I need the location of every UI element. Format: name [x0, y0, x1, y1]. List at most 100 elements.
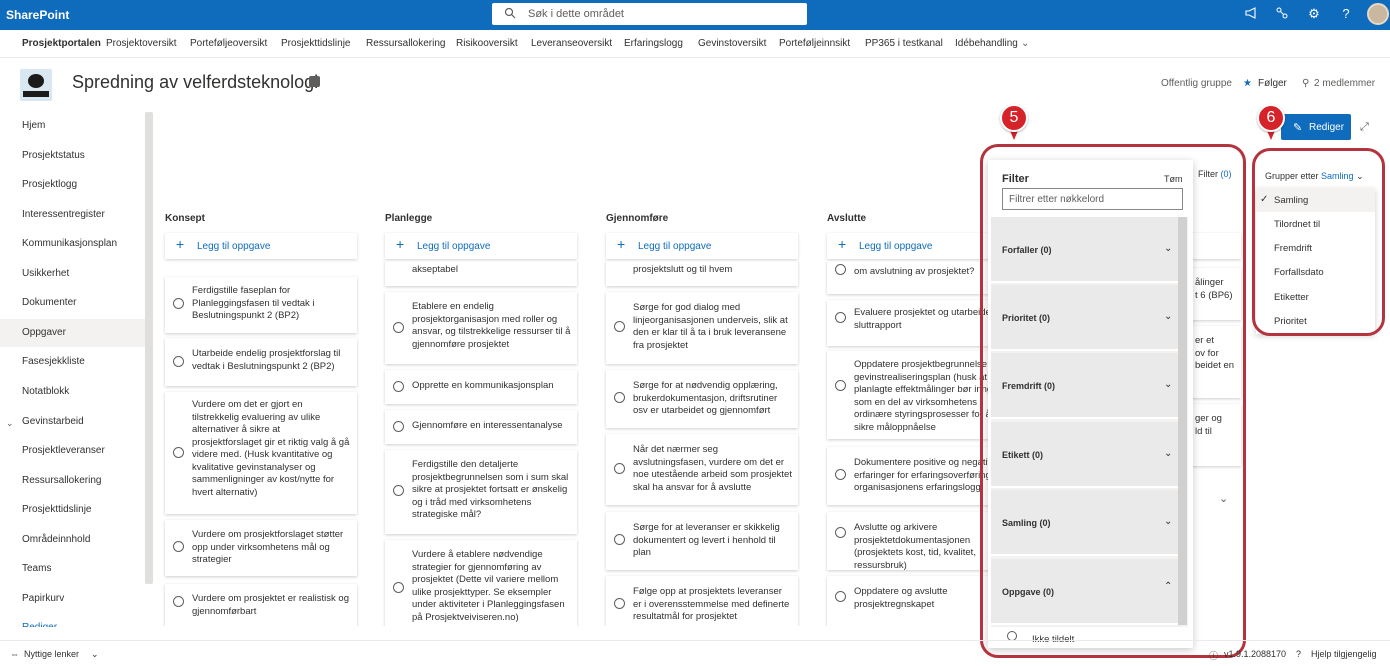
complete-circle-icon[interactable]: [173, 596, 184, 607]
complete-circle-icon[interactable]: [393, 381, 404, 392]
follow-button[interactable]: Følger: [1258, 78, 1287, 89]
hubnav-item[interactable]: Leveranseoversikt: [531, 38, 612, 49]
complete-circle-icon[interactable]: [173, 356, 184, 367]
add-task-button[interactable]: + Legg til oppgave: [165, 233, 357, 259]
star-icon[interactable]: ★: [1243, 78, 1252, 89]
complete-circle-icon[interactable]: [393, 582, 404, 593]
leftnav-item[interactable]: Dokumenter: [0, 289, 145, 317]
complete-circle-icon[interactable]: [614, 598, 625, 609]
task-card[interactable]: Når det nærmer seg avslutningsfasen, vur…: [606, 434, 798, 505]
complete-circle-icon[interactable]: [393, 485, 404, 496]
add-task-label: Legg til oppgave: [417, 241, 491, 252]
task-card[interactable]: Vurdere å etablere nødvendige strategier…: [385, 540, 577, 626]
accessibility-help-link[interactable]: Hjelp tilgjengelig: [1311, 649, 1377, 659]
add-task-label: Legg til oppgave: [859, 241, 933, 252]
hubnav-item[interactable]: Ressursallokering: [366, 38, 445, 49]
task-card[interactable]: Gjennomføre en interessentanalyse: [385, 410, 577, 444]
complete-circle-icon[interactable]: [173, 447, 184, 458]
column-title: Konsept: [165, 213, 205, 224]
connections-icon[interactable]: [1274, 6, 1290, 22]
leftnav-item[interactable]: Notatblokk: [0, 378, 145, 406]
hubnav-item[interactable]: Erfaringslogg: [624, 38, 683, 49]
leftnav-item[interactable]: Prosjektstatus: [0, 142, 145, 170]
leftnav-item[interactable]: Prosjekttidslinje: [0, 496, 145, 524]
task-card[interactable]: prosjektslutt og til hvem: [606, 262, 798, 286]
task-card[interactable]: Utarbeide endelig prosjektforslag til ve…: [165, 338, 357, 386]
complete-circle-icon[interactable]: [614, 534, 625, 545]
leftnav-item[interactable]: Teams: [0, 555, 145, 583]
plus-icon: +: [176, 236, 185, 252]
complete-circle-icon[interactable]: [835, 527, 846, 538]
hubnav-item[interactable]: Idébehandling: [955, 38, 1018, 49]
complete-circle-icon[interactable]: [835, 469, 846, 480]
task-card[interactable]: Sørge for at leveranser er skikkelig dok…: [606, 512, 798, 570]
complete-circle-icon[interactable]: [393, 322, 404, 333]
members-link[interactable]: 2 medlemmer: [1314, 78, 1375, 89]
task-card[interactable]: Ferdigstille den detaljerte prosjektbegr…: [385, 450, 577, 534]
chevron-down-icon[interactable]: ⌄: [91, 649, 99, 660]
teams-icon[interactable]: [309, 76, 320, 87]
task-card[interactable]: akseptabel: [385, 262, 577, 286]
complete-circle-icon[interactable]: [835, 312, 846, 323]
search-placeholder: Søk i dette området: [528, 8, 624, 20]
task-text: Sørge for at nødvendig opplæring, bruker…: [633, 380, 778, 416]
leftnav-item[interactable]: Gevinstarbeid: [0, 408, 145, 436]
complete-circle-icon[interactable]: [614, 463, 625, 474]
help-icon[interactable]: ?: [1338, 6, 1354, 22]
chevron-down-icon[interactable]: ⌄: [1021, 38, 1029, 49]
site-title[interactable]: Spredning av velferdsteknologi: [72, 72, 318, 93]
leftnav-item[interactable]: Fasesjekkliste: [0, 348, 145, 376]
complete-circle-icon[interactable]: [393, 421, 404, 432]
leftnav-item[interactable]: Interessentregister: [0, 201, 145, 229]
task-column-gjennomfore: prosjektslutt og til hvem Sørge for god …: [604, 262, 800, 626]
complete-circle-icon[interactable]: [614, 321, 625, 332]
group-type: Offentlig gruppe: [1161, 78, 1232, 89]
complete-circle-icon[interactable]: [835, 264, 846, 275]
task-card[interactable]: Vurdere om prosjektforslaget støtter opp…: [165, 520, 357, 576]
leftnav-item[interactable]: Prosjektleveranser: [0, 437, 145, 465]
leftnav-item-home[interactable]: Hjem: [0, 112, 145, 140]
complete-circle-icon[interactable]: [173, 541, 184, 552]
task-card[interactable]: Ferdigstille faseplan for Planleggingsfa…: [165, 277, 357, 333]
hubnav-item[interactable]: Porteføljeinnsikt: [779, 38, 850, 49]
complete-circle-icon[interactable]: [835, 380, 846, 391]
hubnav-item[interactable]: Gevinstoversikt: [698, 38, 766, 49]
complete-circle-icon[interactable]: [173, 298, 184, 309]
leftnav-item[interactable]: Prosjektlogg: [0, 171, 145, 199]
hubnav-item[interactable]: Risikooversikt: [456, 38, 518, 49]
task-card[interactable]: Sørge for at nødvendig opplæring, bruker…: [606, 370, 798, 428]
task-card[interactable]: Sørge for god dialog med linjeorganisasj…: [606, 292, 798, 364]
complete-circle-icon[interactable]: [835, 591, 846, 602]
gear-icon[interactable]: ⚙: [1306, 6, 1322, 22]
hubnav-item[interactable]: PP365 i testkanal: [865, 38, 943, 49]
task-card[interactable]: Vurdere om det er gjort en tilstrekkelig…: [165, 392, 357, 514]
useful-links[interactable]: Nyttige lenker: [24, 649, 79, 659]
site-logo[interactable]: [20, 69, 52, 101]
edit-button[interactable]: ✎ Rediger: [1281, 114, 1351, 140]
complete-circle-icon[interactable]: [614, 392, 625, 403]
user-avatar[interactable]: [1367, 3, 1389, 25]
hubnav-item-home[interactable]: Prosjektportalen: [22, 38, 101, 49]
add-task-button[interactable]: + Legg til oppgave: [606, 233, 798, 259]
hubnav-item[interactable]: Prosjekttidslinje: [281, 38, 350, 49]
leftnav-item[interactable]: Usikkerhet: [0, 260, 145, 288]
leftnav-item[interactable]: Områdeinnhold: [0, 526, 145, 554]
task-card[interactable]: Følge opp at prosjektets leveranser er i…: [606, 576, 798, 626]
app-brand[interactable]: SharePoint: [6, 8, 69, 22]
search-box[interactable]: Søk i dette området: [492, 3, 807, 25]
task-card[interactable]: Etablere en endelig prosjektorganisasjon…: [385, 292, 577, 364]
task-card[interactable]: Opprette en kommunikasjonsplan: [385, 370, 577, 404]
leftnav-scrollbar[interactable]: [145, 112, 153, 584]
task-text: Følge opp at prosjektets leveranser er i…: [633, 586, 790, 622]
task-card[interactable]: Vurdere om prosjektet er realistisk og g…: [165, 584, 357, 626]
add-task-button[interactable]: + Legg til oppgave: [385, 233, 577, 259]
leftnav-item-tasks[interactable]: Oppgaver: [0, 319, 145, 347]
expand-icon[interactable]: ⤢: [1360, 121, 1369, 134]
leftnav-item[interactable]: Papirkurv: [0, 585, 145, 613]
leftnav-item[interactable]: Kommunikasjonsplan: [0, 230, 145, 258]
hubnav-item[interactable]: Porteføljeoversikt: [190, 38, 267, 49]
megaphone-icon[interactable]: [1243, 6, 1259, 22]
hubnav-item[interactable]: Prosjektoversikt: [106, 38, 177, 49]
leftnav-item[interactable]: Ressursallokering: [0, 467, 145, 495]
leftnav-edit-link[interactable]: Rediger: [0, 614, 145, 627]
